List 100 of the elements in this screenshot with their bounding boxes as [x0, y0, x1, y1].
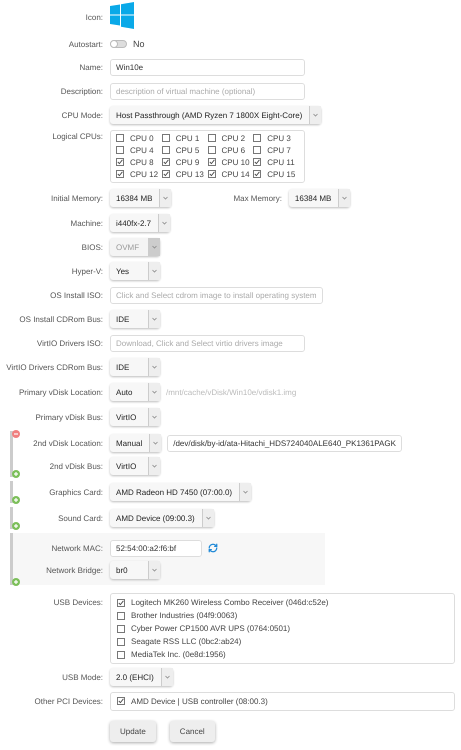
caret-icon [148, 561, 160, 579]
checkbox[interactable] [208, 134, 216, 142]
field-label: USB Mode: [61, 672, 104, 682]
checkbox-label: CPU 14 [222, 170, 250, 178]
field-label: USB Devices: [52, 597, 104, 607]
checkbox[interactable] [117, 638, 125, 646]
disk-path: /mnt/cache/vDisk/Win10e/vdisk1.img [166, 388, 296, 396]
field-label: Other PCI Devices: [34, 696, 104, 706]
dropdown[interactable]: br0 [110, 561, 160, 579]
checkbox[interactable] [253, 170, 262, 178]
checkbox[interactable] [253, 146, 262, 154]
checkbox-label: Brother Industries (04f9:0063) [131, 611, 238, 620]
checkbox-label: CPU 5 [176, 146, 200, 154]
field-label: VirtIO Drivers CDRom Bus: [5, 362, 104, 372]
field-label: Max Memory: [233, 194, 282, 202]
field-label: Sound Card: [57, 514, 104, 522]
caret-icon [148, 383, 160, 401]
checkbox-label: CPU 10 [222, 158, 250, 166]
checkbox[interactable] [162, 158, 170, 166]
dropdown[interactable]: Auto [110, 383, 160, 401]
field-label: Graphics Card: [48, 488, 104, 496]
windows-logo-icon [110, 2, 134, 29]
checkbox-label: CPU 3 [267, 134, 291, 142]
checkbox[interactable] [116, 146, 124, 154]
checkbox-label: CPU 9 [176, 158, 200, 166]
field-label: CPU Mode: [60, 110, 104, 120]
checkbox-label: CPU 0 [130, 134, 154, 142]
field-label: Description: [60, 86, 104, 96]
update-button[interactable]: Update [110, 721, 156, 742]
checkbox[interactable] [116, 158, 124, 166]
refresh-icon[interactable] [208, 543, 218, 553]
field-label: Primary vDisk Bus: [34, 412, 104, 422]
dropdown[interactable]: Manual [110, 434, 162, 452]
checkbox-label: CPU 13 [176, 170, 204, 178]
input-field[interactable]: 52:54:00:a2:f6:bf [110, 540, 202, 556]
checkbox-label: CPU 15 [267, 170, 296, 178]
caret-icon [338, 189, 350, 207]
dropdown[interactable]: 16384 MB [288, 189, 350, 207]
field-label: VirtIO Drivers ISO: [36, 338, 104, 348]
checkbox[interactable] [117, 650, 125, 658]
toggle-state: No [133, 39, 145, 49]
caret-icon [148, 262, 160, 280]
caret-icon [149, 434, 162, 452]
dropdown[interactable]: IDE [110, 310, 160, 328]
checkbox[interactable] [116, 134, 124, 142]
caret-icon [160, 668, 173, 686]
checkbox[interactable] [117, 697, 125, 705]
field-label: BIOS: [80, 242, 104, 252]
checkbox-label: MediaTek Inc. (0e8d:1956) [131, 650, 226, 659]
checkbox[interactable] [116, 170, 124, 178]
checkbox[interactable] [253, 134, 262, 142]
cancel-button[interactable]: Cancel [170, 721, 215, 742]
field-label: Hyper-V: [70, 266, 104, 276]
dropdown[interactable]: AMD Device (09:00.3) [110, 509, 214, 527]
checkbox-label: CPU 8 [130, 158, 154, 166]
toggle-switch[interactable] [110, 40, 127, 48]
field-label: Logical CPUs: [51, 131, 104, 141]
checkbox-label: CPU 4 [130, 146, 154, 154]
checkbox-label: CPU 2 [222, 134, 246, 142]
caret-icon [148, 408, 160, 426]
checkbox[interactable] [117, 598, 125, 606]
input-field[interactable]: /dev/disk/by-id/ata-Hitachi_HDS724040ALE640_PK1361PAGK [167, 434, 402, 452]
remove-icon[interactable] [12, 430, 20, 438]
checkbox[interactable] [208, 158, 216, 166]
dropdown[interactable]: i440fx-2.7 [110, 214, 170, 232]
checkbox-label: CPU 6 [222, 146, 246, 154]
dropdown[interactable]: 2.0 (EHCI) [110, 668, 173, 686]
checkbox[interactable] [162, 146, 170, 154]
checkbox-label: Cyber Power CP1500 AVR UPS (0764:0501) [131, 624, 290, 633]
input-field[interactable]: Win10e [110, 58, 305, 76]
dropdown[interactable]: VirtIO [110, 457, 160, 475]
dropdown[interactable]: Yes [110, 262, 160, 280]
checkbox[interactable] [162, 170, 170, 178]
field-label: Icon: [84, 13, 104, 22]
checkbox[interactable] [162, 134, 170, 142]
caret-icon [239, 483, 252, 501]
checkbox[interactable] [208, 170, 216, 178]
checkbox-label: AMD Device | USB controller (08:00.3) [131, 696, 268, 706]
dropdown[interactable]: IDE [110, 358, 160, 376]
field-label: Name: [78, 62, 104, 72]
checkbox-label: CPU 12 [130, 170, 158, 178]
checkbox[interactable] [208, 146, 216, 154]
checkbox-label: CPU 7 [267, 146, 291, 154]
dropdown[interactable]: 16384 MB [110, 189, 172, 207]
checkbox[interactable] [117, 624, 125, 632]
caret-icon [148, 457, 160, 475]
field-label: Machine: [70, 218, 104, 228]
field-label: Autostart: [68, 40, 104, 48]
checkbox[interactable] [117, 612, 125, 620]
field-label: 2nd vDisk Bus: [48, 462, 104, 470]
checkbox[interactable] [253, 158, 262, 166]
dropdown[interactable]: VirtIO [110, 408, 160, 426]
checkbox-label: Logitech MK260 Wireless Combo Receiver (046d:c52e) [131, 598, 328, 607]
checkbox-label: Seagate RSS LLC (0bc2:ab24) [131, 637, 242, 646]
field-label: 2nd vDisk Location: [32, 438, 104, 448]
field-label: OS Install ISO: [49, 290, 104, 300]
dropdown[interactable]: Host Passthrough (AMD Ryzen 7 1800X Eight-Core) [110, 106, 322, 124]
checkbox-label: CPU 11 [267, 158, 295, 166]
caret-icon [309, 106, 322, 124]
dropdown[interactable]: AMD Radeon HD 7450 (07:00.0) [110, 483, 252, 501]
